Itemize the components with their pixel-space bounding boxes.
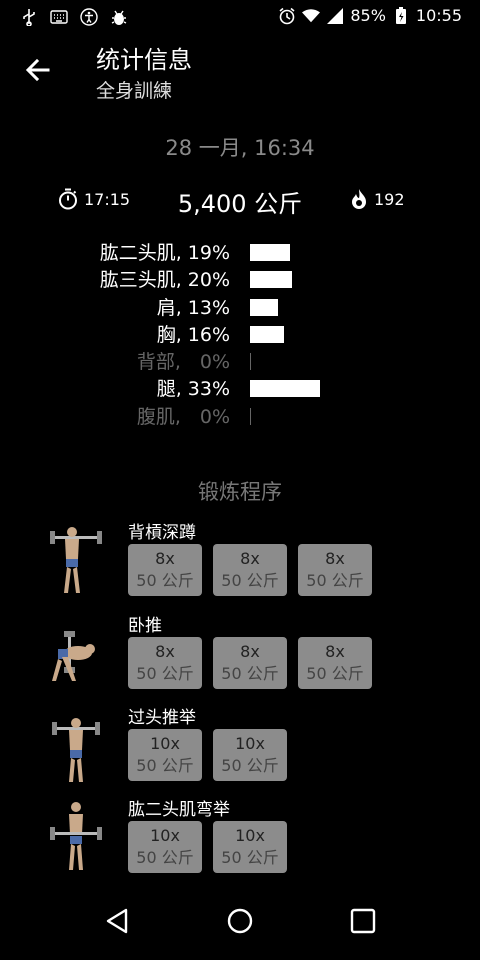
- set-card[interactable]: 10x 50 公斤: [213, 821, 287, 873]
- set-weight: 50 公斤: [136, 571, 194, 590]
- set-weight: 50 公斤: [221, 756, 279, 775]
- back-button[interactable]: [22, 54, 54, 86]
- muscle-bar: [250, 380, 320, 398]
- muscle-row-abs: 腹肌, 0%: [0, 402, 480, 429]
- muscle-bar: [250, 325, 284, 343]
- exercise-sets: 8x 50 公斤 8x 50 公斤 8x 50 公斤: [128, 637, 372, 689]
- set-weight: 50 公斤: [306, 664, 364, 683]
- flame-icon: [352, 189, 366, 209]
- muscle-label: 背部, 0%: [136, 351, 230, 374]
- nav-back-icon[interactable]: [102, 906, 132, 936]
- set-card[interactable]: 8x 50 公斤: [213, 544, 287, 596]
- muscle-label: 肱二头肌, 19%: [99, 242, 230, 264]
- exercise-name: 肱二头肌弯举: [128, 800, 230, 820]
- nav-recents-icon[interactable]: [348, 906, 378, 936]
- workout-date: 28 一月, 16:34: [165, 136, 315, 160]
- muscle-bar: [250, 353, 251, 371]
- signal-icon: [326, 7, 344, 25]
- keyboard-icon: [50, 8, 68, 26]
- accessibility-icon: [80, 8, 98, 26]
- muscle-row-legs: 腿, 33%: [0, 374, 480, 401]
- exercise-name: 背槓深蹲: [128, 523, 196, 543]
- muscle-label: 腹肌, 0%: [136, 405, 230, 428]
- calories-stat: 192: [350, 188, 405, 210]
- battery-percent: 85%: [350, 6, 386, 25]
- status-notifications: [20, 8, 128, 26]
- set-reps: 10x: [150, 734, 180, 753]
- set-card[interactable]: 10x 50 公斤: [213, 729, 287, 781]
- set-reps: 10x: [235, 826, 265, 845]
- muscle-label: 腿, 33%: [156, 378, 230, 401]
- muscle-row-biceps: 肱二头肌, 19%: [0, 238, 480, 265]
- status-bar: 85% 10:55: [0, 0, 480, 34]
- program-title: 锻炼程序: [198, 480, 282, 504]
- usb-icon: [20, 8, 38, 26]
- exercise-name: 过头推举: [128, 708, 196, 728]
- calories-value: 192: [374, 189, 405, 209]
- muscle-bar: [250, 244, 290, 261]
- muscle-bar: [250, 271, 292, 289]
- page-subtitle: 全身訓練: [96, 80, 173, 102]
- set-reps: 10x: [235, 734, 265, 753]
- muscle-breakdown: 肱二头肌, 19% 肱三头肌, 20% 肩, 13% 胸, 16% 背部, 0%…: [0, 238, 480, 429]
- set-reps: 8x: [325, 549, 345, 568]
- exercise-name: 卧推: [128, 616, 162, 636]
- set-card[interactable]: 8x 50 公斤: [298, 544, 372, 596]
- muscle-bar: [250, 407, 251, 425]
- exercise-sets: 10x 50 公斤 10x 50 公斤: [128, 729, 287, 781]
- set-weight: 50 公斤: [221, 571, 279, 590]
- muscle-label: 肩, 13%: [156, 296, 230, 319]
- back-arrow-icon: [25, 58, 50, 82]
- set-card[interactable]: 10x 50 公斤: [128, 821, 202, 873]
- set-reps: 8x: [155, 642, 175, 661]
- muscle-label: 肱三头肌, 20%: [99, 269, 230, 292]
- muscle-row-back: 背部, 0%: [0, 347, 480, 374]
- workout-stats: 17:15 5,400 公斤 192: [0, 184, 480, 218]
- set-weight: 50 公斤: [306, 571, 364, 590]
- set-reps: 8x: [240, 549, 260, 568]
- exercise-sets: 10x 50 公斤 10x 50 公斤: [128, 821, 287, 873]
- total-weight: 5,400 公斤: [177, 190, 303, 218]
- wifi-icon: [302, 7, 321, 25]
- system-nav-bar: [0, 886, 480, 960]
- set-card[interactable]: 8x 50 公斤: [213, 637, 287, 689]
- muscle-row-triceps: 肱三头肌, 20%: [0, 265, 480, 292]
- muscle-bar: [250, 298, 278, 316]
- set-weight: 50 公斤: [221, 848, 279, 867]
- nav-home-icon[interactable]: [225, 906, 255, 936]
- status-indicators: 85% 10:55: [278, 6, 462, 25]
- set-reps: 10x: [150, 826, 180, 845]
- set-weight: 50 公斤: [136, 664, 194, 683]
- set-card[interactable]: 8x 50 公斤: [128, 544, 202, 596]
- alarm-icon: [278, 7, 296, 25]
- muscle-row-chest: 胸, 16%: [0, 320, 480, 347]
- set-weight: 50 公斤: [221, 664, 279, 683]
- app-bar: 统计信息 全身訓練: [0, 34, 480, 110]
- set-weight: 50 公斤: [136, 848, 194, 867]
- set-reps: 8x: [155, 549, 175, 568]
- battery-icon: [392, 6, 410, 25]
- set-reps: 8x: [325, 642, 345, 661]
- exercise-figure-icon: [52, 631, 95, 681]
- set-reps: 8x: [240, 642, 260, 661]
- exercise-figure-icon: [50, 527, 102, 593]
- exercise-sets: 8x 50 公斤 8x 50 公斤 8x 50 公斤: [128, 544, 372, 596]
- page-title: 统计信息: [96, 46, 192, 74]
- set-card[interactable]: 10x 50 公斤: [128, 729, 202, 781]
- exercise-figure-icon: [50, 802, 102, 870]
- muscle-row-shoulders: 肩, 13%: [0, 293, 480, 320]
- set-card[interactable]: 8x 50 公斤: [128, 637, 202, 689]
- muscle-label: 胸, 16%: [156, 323, 230, 346]
- exercise-figure-icon: [52, 718, 100, 782]
- set-card[interactable]: 8x 50 公斤: [298, 637, 372, 689]
- clock: 10:55: [415, 6, 462, 25]
- debug-icon: [110, 8, 128, 26]
- set-weight: 50 公斤: [136, 756, 194, 775]
